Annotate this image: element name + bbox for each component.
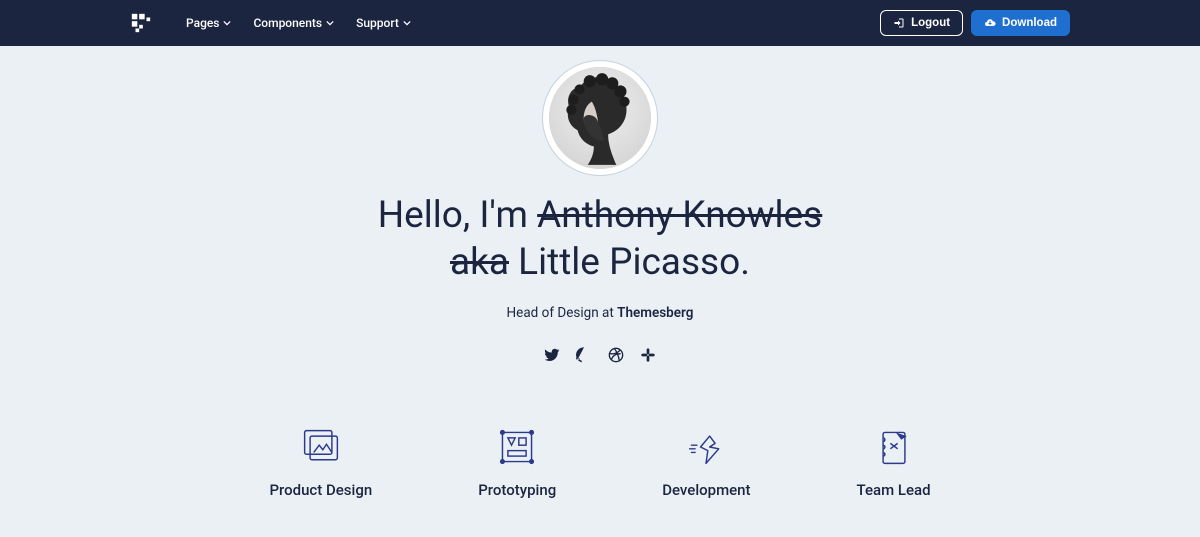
navbar: Pages Components Support Logout Download [0, 0, 1200, 46]
product-design-icon [299, 427, 343, 467]
chevron-down-icon [326, 19, 334, 27]
skill-label: Product Design [269, 481, 372, 499]
headline-greeting: Hello, I'm [378, 194, 537, 237]
skill-prototyping: Prototyping [478, 427, 556, 499]
social-links [0, 347, 1200, 363]
team-lead-icon [872, 427, 916, 467]
nav-item-components[interactable]: Components [253, 16, 334, 30]
chevron-down-icon [223, 19, 231, 27]
nav-item-label: Support [356, 16, 399, 30]
development-icon [684, 427, 728, 467]
nav-item-pages[interactable]: Pages [186, 16, 231, 30]
avatar [549, 67, 651, 169]
twitter-icon[interactable] [544, 347, 560, 363]
hero-section: Hello, I'm Anthony Knowles aka Little Pi… [0, 46, 1200, 499]
download-label: Download [1002, 17, 1057, 29]
skill-team-lead: Team Lead [857, 427, 931, 499]
skill-label: Prototyping [478, 481, 556, 499]
logout-button[interactable]: Logout [880, 10, 963, 36]
brand-logo[interactable] [130, 12, 152, 34]
nav-item-support[interactable]: Support [356, 16, 411, 30]
nav-item-label: Components [253, 16, 322, 30]
role-prefix: Head of Design at [507, 305, 618, 321]
prototyping-icon [495, 427, 539, 467]
subheading: Head of Design at Themesberg [0, 305, 1200, 321]
chevron-down-icon [403, 19, 411, 27]
nav-links: Pages Components Support [186, 16, 411, 30]
skill-development: Development [662, 427, 750, 499]
role-company: Themesberg [617, 305, 693, 321]
skill-product-design: Product Design [269, 427, 372, 499]
headline-aka-struck: aka [450, 241, 509, 284]
github-icon[interactable] [576, 347, 592, 363]
skill-label: Development [662, 481, 750, 499]
download-button[interactable]: Download [971, 10, 1070, 36]
logout-label: Logout [911, 17, 950, 29]
dribbble-icon[interactable] [608, 347, 624, 363]
logout-icon [893, 17, 905, 29]
nav-item-label: Pages [186, 16, 219, 30]
headline: Hello, I'm Anthony Knowles aka Little Pi… [190, 192, 1010, 287]
slack-icon[interactable] [640, 347, 656, 363]
skills-row: Product Design Prototyping Development [0, 427, 1200, 499]
skill-label: Team Lead [857, 481, 931, 499]
headline-nickname: Little Picasso. [509, 241, 750, 284]
headline-name-struck: Anthony Knowles [537, 194, 822, 237]
avatar-wrap [542, 60, 658, 176]
cloud-download-icon [984, 17, 996, 29]
